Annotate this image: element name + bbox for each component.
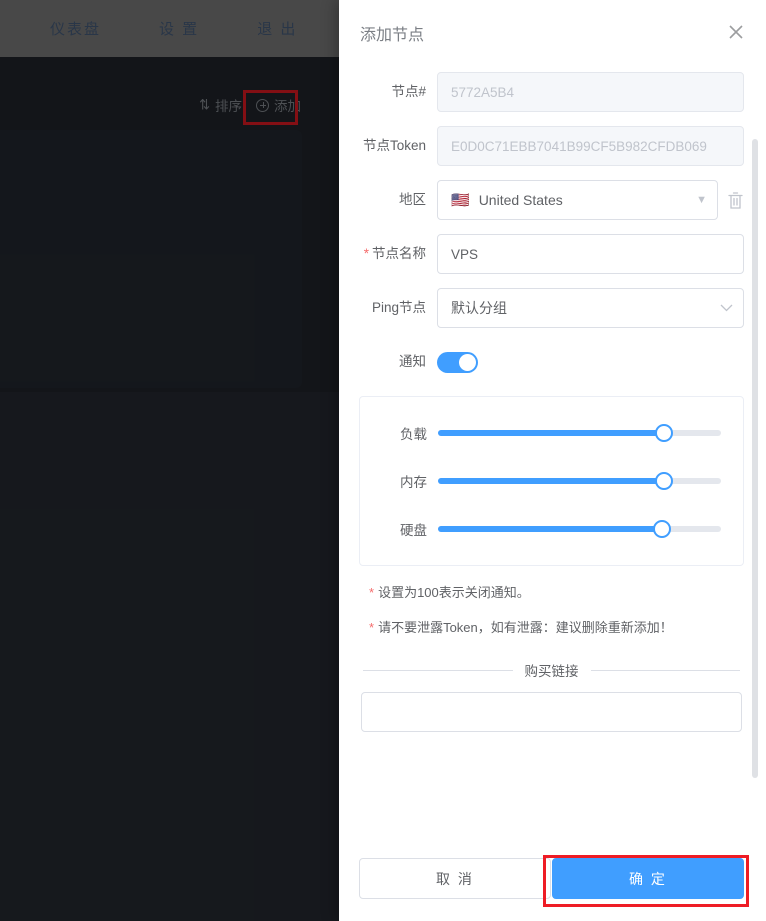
notify-toggle[interactable] [437, 352, 478, 373]
node-name-label-text: 节点名称 [372, 246, 426, 261]
node-token-label: 节点Token [362, 138, 426, 153]
add-node-dialog: 添加节点 节点# 节点Token [339, 0, 766, 921]
slider-load-label: 负载 [400, 427, 427, 442]
dialog-scrollbar[interactable] [752, 139, 758, 778]
node-name-label: * 节点名称 [359, 234, 437, 274]
ping-node-selected-value: 默认分组 [451, 300, 507, 316]
slider-load-knob[interactable] [655, 424, 674, 442]
cancel-button[interactable]: 取 消 [359, 858, 551, 899]
required-asterisk: * [363, 246, 369, 261]
field-notify: 通知 [359, 342, 744, 382]
slider-disk[interactable] [438, 520, 721, 538]
us-flag-icon: 🇺🇸 [451, 190, 470, 209]
dialog-body: 节点# 节点Token 地区 🇺🇸 U [339, 66, 766, 844]
note-asterisk: * [369, 620, 375, 635]
ping-node-label: Ping节点 [371, 300, 426, 315]
dialog-title: 添加节点 [360, 27, 425, 44]
field-ping-node: Ping节点 默认分组 [359, 288, 744, 328]
slider-memory[interactable] [438, 472, 721, 490]
slider-disk-knob[interactable] [652, 520, 671, 538]
note-threshold: * 设置为100表示关闭通知。 [369, 582, 744, 601]
field-node-name: * 节点名称 [359, 234, 744, 274]
slider-disk-label: 硬盘 [400, 523, 427, 538]
field-node-id: 节点# [359, 72, 744, 112]
slider-memory-label: 内存 [400, 475, 427, 490]
slider-memory-row: 内存 [360, 471, 721, 491]
notify-label: 通知 [399, 354, 426, 369]
node-id-label: 节点# [391, 84, 426, 99]
slider-disk-row: 硬盘 [360, 519, 721, 539]
threshold-slider-panel: 负载 内存 硬盘 [359, 396, 744, 566]
toggle-knob [459, 354, 476, 371]
purchase-link-divider: 购买链接 [363, 660, 740, 680]
purchase-link-divider-label: 购买链接 [524, 664, 579, 679]
region-select[interactable]: 🇺🇸 United States ▼ [437, 180, 718, 220]
confirm-button[interactable]: 确 定 [552, 858, 744, 899]
purchase-link-input[interactable] [361, 692, 742, 732]
field-region: 地区 🇺🇸 United States ▼ [359, 180, 744, 220]
field-node-token: 节点Token [359, 126, 744, 166]
slider-load[interactable] [438, 424, 721, 442]
slider-load-row: 负载 [360, 423, 721, 443]
dialog-header: 添加节点 [339, 0, 766, 66]
dialog-footer: 取 消 确 定 [339, 844, 766, 921]
note-asterisk: * [369, 585, 375, 600]
note-token: * 请不要泄露Token，如有泄露：建议删除重新添加！ [369, 617, 744, 636]
node-name-input[interactable] [437, 234, 744, 274]
note-token-text: 请不要泄露Token，如有泄露：建议删除重新添加！ [378, 620, 673, 635]
note-threshold-text: 设置为100表示关闭通知。 [378, 585, 530, 600]
node-id-input[interactable] [437, 72, 744, 112]
region-label: 地区 [399, 192, 426, 207]
ping-node-select[interactable]: 默认分组 [437, 288, 744, 328]
screen: 仪表盘 设 置 退 出 ⇅ 排序 添加 添加节点 节点# 5772A5B4 节点… [0, 0, 766, 921]
slider-memory-knob[interactable] [655, 472, 674, 490]
region-selected-value: United States [478, 192, 563, 208]
close-icon[interactable] [726, 22, 746, 42]
node-token-input[interactable] [437, 126, 744, 166]
trash-icon[interactable] [727, 191, 744, 210]
